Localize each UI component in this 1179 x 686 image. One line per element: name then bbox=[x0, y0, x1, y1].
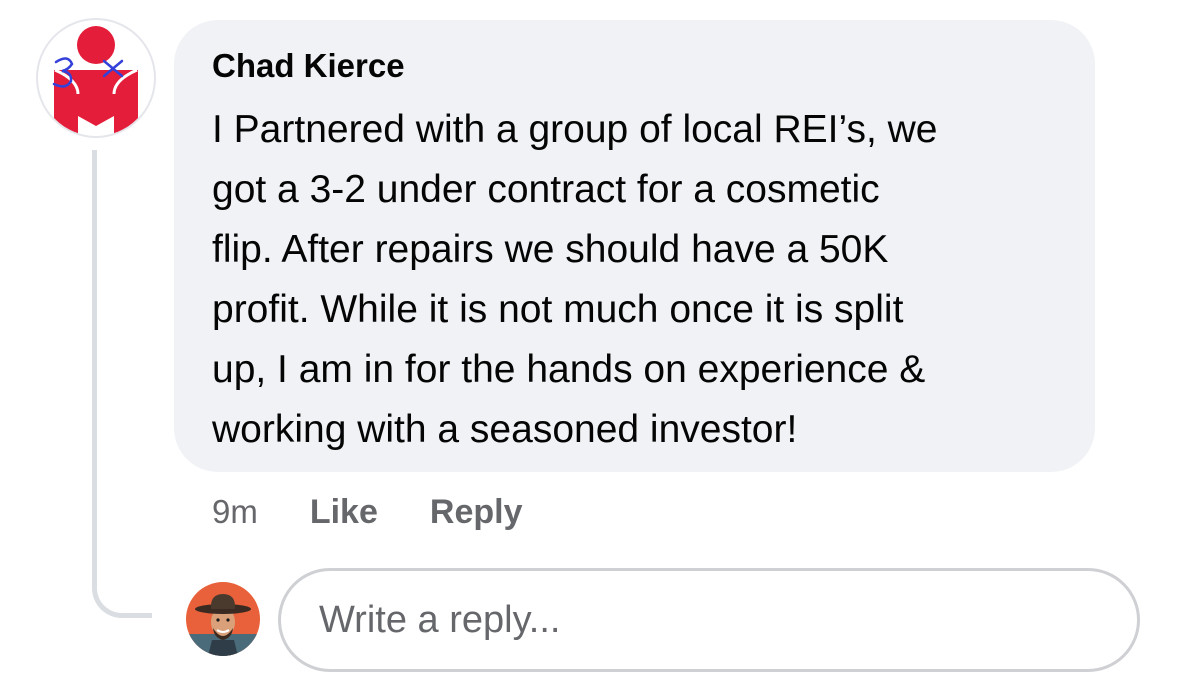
current-user-avatar bbox=[186, 582, 260, 656]
reply-button[interactable]: Reply bbox=[430, 493, 523, 532]
comment-text: I Partnered with a group of local REI’s,… bbox=[212, 108, 938, 451]
comment-bubble: Chad Kierce I Partnered with a group of … bbox=[174, 20, 1095, 472]
comment-timestamp[interactable]: 9m bbox=[212, 493, 258, 531]
ironman-logo-icon bbox=[52, 26, 138, 136]
reply-composer[interactable] bbox=[278, 568, 1140, 672]
comment-author-name[interactable]: Chad Kierce bbox=[212, 44, 1065, 88]
reply-input[interactable] bbox=[317, 597, 1101, 643]
commenter-avatar[interactable] bbox=[36, 18, 156, 138]
thread-connector-line bbox=[92, 150, 152, 618]
like-button[interactable]: Like bbox=[310, 493, 378, 532]
comment-actions: 9m Like Reply bbox=[212, 490, 574, 534]
user-avatar-cowboy-hat-icon bbox=[186, 582, 260, 656]
